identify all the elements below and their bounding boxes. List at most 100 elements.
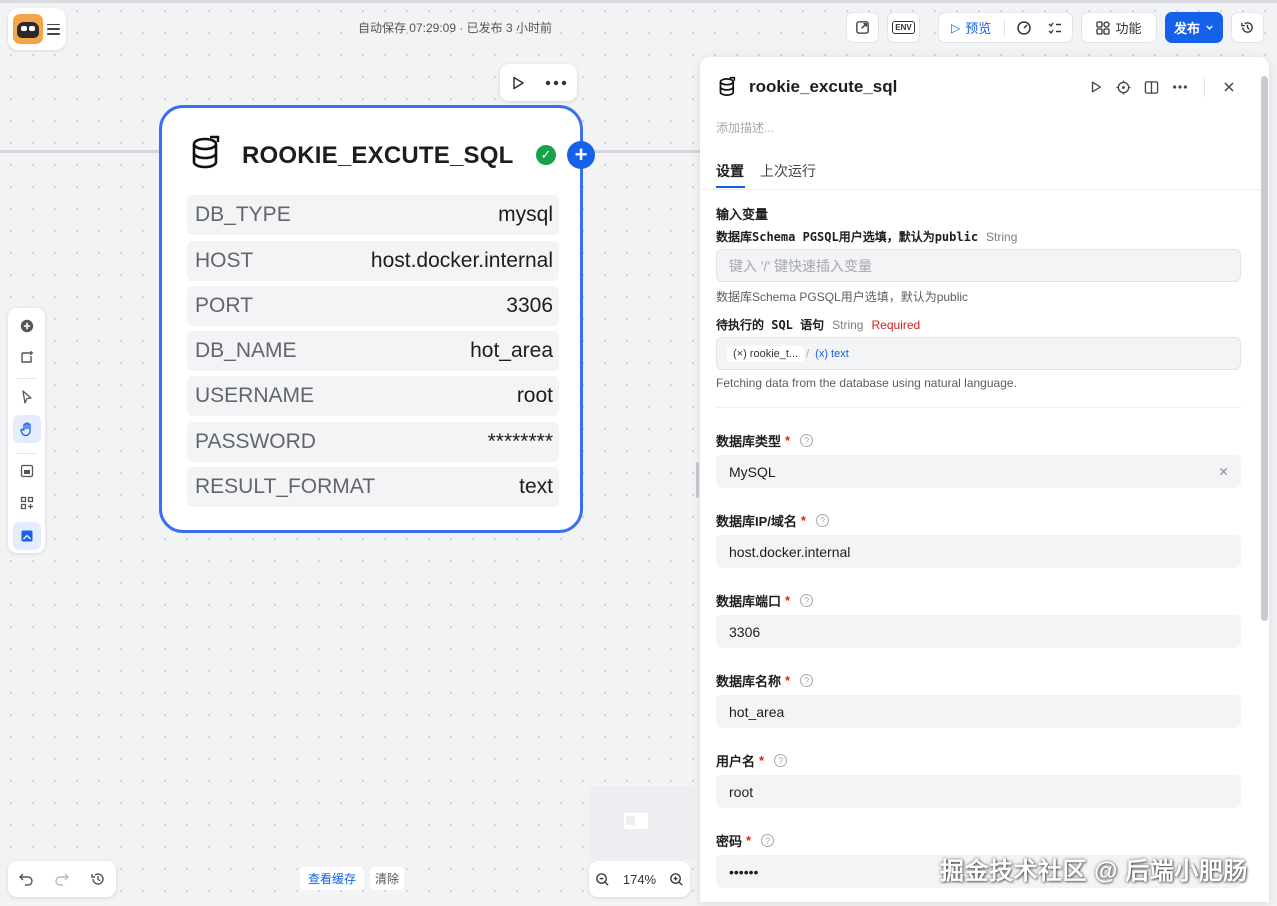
- schema-input[interactable]: 键入 '/' 键快速插入变量: [716, 249, 1241, 282]
- db-type-value: MySQL: [729, 463, 776, 480]
- required-star: *: [746, 833, 752, 848]
- toolbar-divider: [17, 378, 37, 379]
- add-next-node-button[interactable]: +: [567, 141, 595, 169]
- db-host-input[interactable]: host.docker.internal: [716, 535, 1241, 568]
- features-button[interactable]: 功能: [1081, 12, 1157, 43]
- locate-icon[interactable]: [1116, 80, 1131, 95]
- variable-tag-node[interactable]: (×) rookie_t...: [727, 345, 805, 362]
- param-key: DB_NAME: [195, 339, 297, 362]
- db-port-value: 3306: [729, 623, 761, 640]
- param-row: USERNAME root: [187, 376, 559, 416]
- undo-redo-bar: [8, 861, 116, 897]
- schema-type: String: [986, 229, 1018, 244]
- zoom-out-icon[interactable]: [595, 872, 610, 887]
- param-key: HOST: [195, 249, 254, 272]
- history-button[interactable]: [1231, 12, 1264, 43]
- password-value: ••••••: [729, 863, 759, 880]
- preview-group: ▷ 预览: [938, 12, 1073, 43]
- add-note-icon[interactable]: [17, 347, 37, 367]
- play-icon: ▷: [951, 20, 961, 35]
- pointer-icon[interactable]: [17, 387, 37, 407]
- required-star: *: [785, 593, 791, 608]
- edge-line-left: [0, 150, 160, 153]
- description-placeholder[interactable]: 添加描述...: [716, 119, 774, 136]
- input-vars-title: 输入变量: [716, 207, 769, 222]
- env-button[interactable]: ENV: [887, 12, 920, 43]
- clear-icon[interactable]: [1219, 467, 1228, 476]
- history-icon[interactable]: [90, 871, 106, 887]
- run-icon[interactable]: [1089, 80, 1103, 94]
- run-node-icon[interactable]: [510, 75, 526, 91]
- param-value: ********: [487, 430, 553, 453]
- panel-scrollbar-thumb[interactable]: [1261, 76, 1268, 621]
- canvas-toolbar: [8, 308, 45, 553]
- edge-line-right: [594, 150, 700, 153]
- param-row: PORT 3306: [187, 286, 559, 326]
- checklist-icon[interactable]: [1047, 20, 1063, 36]
- more-icon[interactable]: [1172, 85, 1188, 89]
- chevron-down-icon: [1206, 25, 1213, 30]
- panel-resize-handle[interactable]: [696, 462, 699, 498]
- field-label-text: 密码: [716, 834, 743, 849]
- param-value: mysql: [498, 203, 553, 226]
- param-key: PASSWORD: [195, 430, 316, 453]
- param-row: HOST host.docker.internal: [187, 241, 559, 281]
- db-host-value: host.docker.internal: [729, 543, 851, 560]
- redo-icon[interactable]: [54, 872, 70, 886]
- required-star: *: [785, 433, 791, 448]
- add-node-icon[interactable]: [17, 316, 37, 336]
- minimap[interactable]: [589, 786, 694, 859]
- panel-title[interactable]: rookie_excute_sql: [749, 77, 897, 97]
- clear-cache-button[interactable]: 清除: [370, 867, 405, 890]
- param-value: root: [516, 384, 553, 407]
- node-actions-bar: [500, 64, 577, 101]
- split-view-icon[interactable]: [1144, 80, 1159, 95]
- help-icon[interactable]: ?: [800, 674, 814, 687]
- help-icon[interactable]: ?: [800, 594, 814, 607]
- zoom-level[interactable]: 174%: [623, 872, 656, 887]
- active-tab-indicator: [716, 186, 745, 188]
- zoom-in-icon[interactable]: [669, 872, 684, 887]
- apps-icon: [1096, 20, 1111, 35]
- param-value: 3306: [506, 294, 553, 317]
- schema-label-row: 数据库Schema PGSQL用户选填，默认为public String: [716, 228, 1017, 245]
- param-row: RESULT_FORMAT text: [187, 467, 559, 507]
- field-label: 用户名 *?: [716, 751, 788, 770]
- help-icon[interactable]: ?: [774, 754, 788, 767]
- database-plugin-icon: [192, 135, 220, 169]
- db-name-value: hot_area: [729, 703, 785, 720]
- help-icon[interactable]: ?: [761, 834, 775, 847]
- debug-icon[interactable]: [1016, 20, 1032, 36]
- minimap-toggle-icon[interactable]: [17, 461, 37, 481]
- minimap-icon[interactable]: [17, 526, 37, 546]
- field-label: 数据库IP/域名 *?: [716, 511, 829, 530]
- tab-settings[interactable]: 设置: [716, 161, 744, 181]
- more-icon[interactable]: [545, 80, 567, 86]
- sql-input[interactable]: (×) rookie_t... / (x) text: [716, 337, 1241, 370]
- db-name-input[interactable]: hot_area: [716, 695, 1241, 728]
- sql-node-card[interactable]: ROOKIE_EXCUTE_SQL ✓ + DB_TYPE mysql HOST…: [159, 105, 595, 533]
- db-type-select[interactable]: MySQL: [716, 455, 1241, 488]
- exit-icon-button[interactable]: [846, 12, 879, 43]
- help-icon[interactable]: ?: [815, 514, 829, 527]
- layout-grid-icon[interactable]: [17, 493, 37, 513]
- tab-last-run[interactable]: 上次运行: [760, 161, 816, 181]
- sql-required: Required: [871, 317, 921, 332]
- username-input[interactable]: root: [716, 775, 1241, 808]
- preview-button[interactable]: 预览: [965, 18, 991, 37]
- tab-divider: [700, 189, 1269, 190]
- field-label-text: 数据库类型: [716, 434, 782, 449]
- header-divider: [1204, 77, 1205, 97]
- history-icon: [1241, 22, 1253, 33]
- required-star: *: [800, 513, 806, 528]
- close-icon[interactable]: [1223, 81, 1235, 93]
- db-port-input[interactable]: 3306: [716, 615, 1241, 648]
- help-icon[interactable]: ?: [800, 434, 814, 447]
- variable-tag-output[interactable]: (x) text: [811, 346, 853, 362]
- undo-icon[interactable]: [18, 872, 34, 886]
- field-label: 数据库类型 *?: [716, 431, 814, 450]
- share-out-icon: [856, 21, 869, 34]
- hand-icon[interactable]: [17, 419, 37, 439]
- view-cache-button[interactable]: 查看缓存: [300, 867, 365, 890]
- publish-button[interactable]: 发布: [1165, 12, 1223, 43]
